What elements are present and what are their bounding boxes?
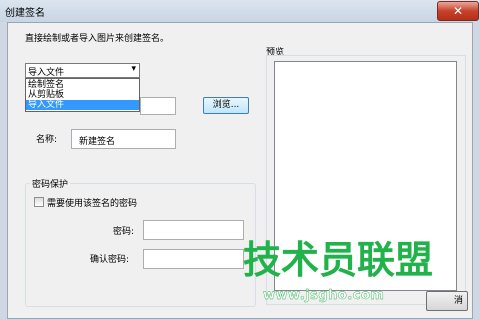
require-password-label[interactable]: 需要使用该签名的密码 — [47, 196, 137, 209]
close-button[interactable]: ✕ — [437, 1, 479, 21]
combo-selected-value: 导入文件 — [28, 68, 65, 78]
file-path-input[interactable] — [140, 97, 176, 115]
password-field[interactable] — [143, 220, 244, 240]
combo-dropdown-list: 绘制签名 从剪贴板 导入文件 — [25, 78, 140, 112]
name-label: 名称: — [36, 135, 58, 145]
signature-source-combo[interactable]: 导入文件 ▾ — [25, 63, 140, 78]
title-bar: 创建签名 ✕ — [0, 0, 480, 22]
browse-button[interactable]: 浏览... — [203, 97, 249, 114]
cancel-button[interactable]: 消 — [426, 291, 468, 311]
confirm-password-label: 确认密码: — [90, 255, 130, 265]
option-draw-signature[interactable]: 绘制签名 — [26, 80, 139, 90]
chevron-down-icon[interactable]: ▾ — [131, 64, 136, 74]
option-import-file[interactable]: 导入文件 — [26, 100, 139, 110]
password-label: 密码: — [113, 227, 135, 237]
require-password-checkbox[interactable] — [34, 197, 44, 207]
name-value: 新建签名 — [79, 137, 116, 147]
name-field[interactable]: 新建签名 — [71, 129, 176, 149]
close-icon: ✕ — [452, 4, 464, 18]
watermark-logo: 技术员联盟 — [243, 238, 438, 292]
window-title: 创建签名 — [5, 8, 45, 19]
password-group-title: 密码保护 — [30, 177, 71, 190]
instruction-text: 直接绘制或者导入图片来创建签名。 — [25, 34, 170, 44]
watermark-logo-text: 技术员联盟 — [243, 238, 434, 282]
option-from-clipboard[interactable]: 从剪贴板 — [26, 90, 139, 100]
watermark-url: www.jsgho.com — [263, 288, 385, 303]
confirm-password-field[interactable] — [143, 249, 244, 269]
